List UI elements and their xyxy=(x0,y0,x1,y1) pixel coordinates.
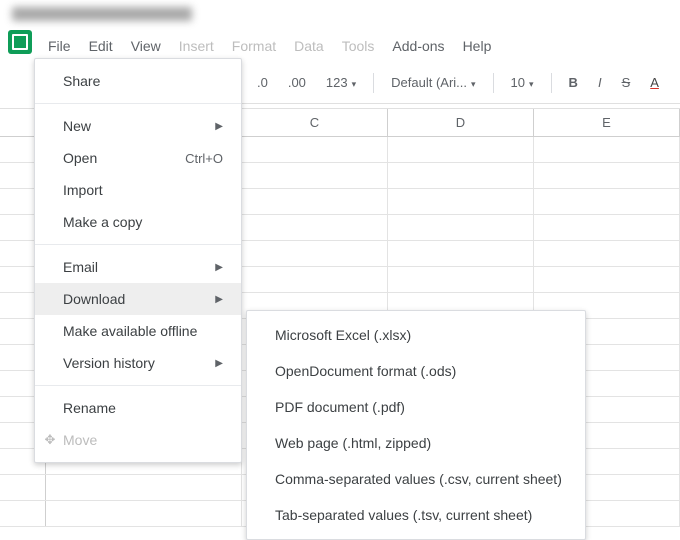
file-menu-dropdown: Share New ▶ Open Ctrl+O Import Make a co… xyxy=(34,58,242,463)
file-menu-version-history[interactable]: Version history ▶ xyxy=(35,347,241,379)
file-menu-share[interactable]: Share xyxy=(35,65,241,97)
file-menu-make-offline[interactable]: Make available offline xyxy=(35,315,241,347)
menu-item-label: Comma-separated values (.csv, current sh… xyxy=(275,471,562,487)
menu-item-label: New xyxy=(63,118,91,134)
download-submenu: Microsoft Excel (.xlsx) OpenDocument for… xyxy=(246,310,586,540)
menu-view[interactable]: View xyxy=(123,36,169,56)
menu-item-shortcut: Ctrl+O xyxy=(185,151,223,166)
strikethrough-button[interactable]: S xyxy=(619,73,634,92)
download-pdf[interactable]: PDF document (.pdf) xyxy=(247,389,585,425)
menu-item-label: PDF document (.pdf) xyxy=(275,399,405,415)
submenu-arrow-icon: ▶ xyxy=(215,294,223,305)
menu-item-label: Microsoft Excel (.xlsx) xyxy=(275,327,411,343)
column-header[interactable]: D xyxy=(388,109,534,136)
text-color-button[interactable]: A xyxy=(647,73,662,92)
menu-tools[interactable]: Tools xyxy=(334,36,383,56)
download-html[interactable]: Web page (.html, zipped) xyxy=(247,425,585,461)
increase-decimal-button[interactable]: .00 xyxy=(285,73,309,92)
menu-item-label: Share xyxy=(63,73,100,89)
download-xlsx[interactable]: Microsoft Excel (.xlsx) xyxy=(247,317,585,353)
bold-button[interactable]: B xyxy=(566,73,581,92)
document-title-bar xyxy=(0,0,680,28)
column-header[interactable]: E xyxy=(534,109,680,136)
submenu-arrow-icon: ▶ xyxy=(215,121,223,132)
menu-item-label: OpenDocument format (.ods) xyxy=(275,363,456,379)
menu-format[interactable]: Format xyxy=(224,36,284,56)
toolbar-separator xyxy=(493,73,494,93)
font-family-select[interactable]: Default (Ari... xyxy=(388,73,478,92)
submenu-arrow-icon: ▶ xyxy=(215,262,223,273)
toolbar-separator xyxy=(373,73,374,93)
menubar: File Edit View Insert Format Data Tools … xyxy=(40,36,499,56)
toolbar-separator xyxy=(551,73,552,93)
font-size-select[interactable]: 10 xyxy=(508,73,537,92)
submenu-arrow-icon: ▶ xyxy=(215,358,223,369)
menu-item-label: Tab-separated values (.tsv, current shee… xyxy=(275,507,532,523)
menu-item-label: Email xyxy=(63,259,98,275)
file-menu-make-copy[interactable]: Make a copy xyxy=(35,206,241,238)
file-menu-new[interactable]: New ▶ xyxy=(35,110,241,142)
menu-addons[interactable]: Add-ons xyxy=(384,36,452,56)
menu-item-label: Download xyxy=(63,291,125,307)
menu-help[interactable]: Help xyxy=(455,36,500,56)
file-menu-import[interactable]: Import xyxy=(35,174,241,206)
menu-item-label: Open xyxy=(63,150,97,166)
file-menu-move[interactable]: ✥ Move xyxy=(35,424,241,456)
decrease-decimal-button[interactable]: .0 xyxy=(254,73,271,92)
sheets-logo-icon xyxy=(8,30,32,54)
column-header[interactable]: C xyxy=(242,109,388,136)
menu-item-label: Web page (.html, zipped) xyxy=(275,435,431,451)
folder-move-icon: ✥ xyxy=(43,432,57,448)
file-menu-open[interactable]: Open Ctrl+O xyxy=(35,142,241,174)
menu-item-label: Import xyxy=(63,182,103,198)
file-menu-rename[interactable]: Rename xyxy=(35,392,241,424)
menu-edit[interactable]: Edit xyxy=(81,36,121,56)
menu-item-label: Version history xyxy=(63,355,155,371)
file-menu-email[interactable]: Email ▶ xyxy=(35,251,241,283)
file-menu-download[interactable]: Download ▶ xyxy=(35,283,241,315)
menu-insert[interactable]: Insert xyxy=(171,36,222,56)
menu-item-label: Rename xyxy=(63,400,116,416)
download-csv[interactable]: Comma-separated values (.csv, current sh… xyxy=(247,461,585,497)
number-format-button[interactable]: 123 xyxy=(323,73,359,92)
menu-item-label: Make a copy xyxy=(63,214,142,230)
download-tsv[interactable]: Tab-separated values (.tsv, current shee… xyxy=(247,497,585,533)
menu-item-label: Make available offline xyxy=(63,323,197,339)
download-ods[interactable]: OpenDocument format (.ods) xyxy=(247,353,585,389)
italic-button[interactable]: I xyxy=(595,73,605,92)
menu-item-label: Move xyxy=(63,432,97,448)
menu-file[interactable]: File xyxy=(40,36,79,56)
menu-data[interactable]: Data xyxy=(286,36,332,56)
